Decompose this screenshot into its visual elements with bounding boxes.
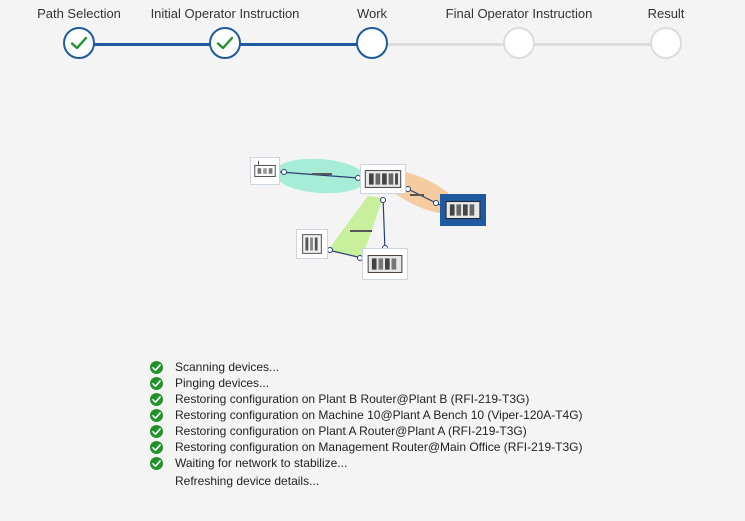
log-item-text: Pinging devices...: [175, 376, 270, 390]
check-circle-icon: [150, 425, 163, 438]
step-label-final-operator-instruction: Final Operator Instruction: [445, 6, 593, 21]
network-topology-diagram[interactable]: [240, 150, 500, 290]
port-dot: [327, 247, 333, 253]
check-circle-icon: [150, 441, 163, 454]
device-left-router[interactable]: [250, 157, 280, 185]
port-dot: [380, 197, 386, 203]
checkmark-icon: [216, 36, 234, 50]
step-circle-path-selection: [63, 27, 95, 59]
step-circle-result: [650, 27, 682, 59]
checkmark-icon: [70, 36, 88, 50]
link-area-teal: [274, 158, 366, 194]
link-line: [382, 197, 386, 251]
device-left-machine[interactable]: [296, 229, 328, 259]
check-circle-icon: [150, 361, 163, 374]
router-device-icon: [254, 160, 276, 178]
step-circle-final-operator-instruction: [503, 27, 535, 59]
port-dot: [433, 200, 439, 206]
log-item-text: Restoring configuration on Plant A Route…: [175, 424, 527, 438]
check-circle-icon: [150, 393, 163, 406]
router-device-icon: [445, 201, 481, 219]
log-item-text: Restoring configuration on Machine 10@Pl…: [175, 408, 583, 422]
log-item-text: Refreshing device details...: [175, 474, 320, 488]
log-item-text: Restoring configuration on Management Ro…: [175, 440, 583, 454]
step-label-work: Work: [356, 6, 388, 21]
device-center-router[interactable]: [360, 164, 406, 194]
progress-stepper: Path Selection Initial Operator Instruct…: [0, 0, 745, 70]
port-dot: [405, 186, 411, 192]
port-dot: [281, 169, 287, 175]
router-device-icon: [364, 170, 402, 188]
log-item-text: Restoring configuration on Plant B Route…: [175, 392, 530, 406]
step-label-initial-operator-instruction: Initial Operator Instruction: [150, 6, 300, 21]
router-device-icon: [367, 255, 403, 273]
check-circle-icon: [150, 409, 163, 422]
device-right-router-selected[interactable]: [440, 194, 486, 226]
check-circle-icon: [150, 377, 163, 390]
machine-device-icon: [302, 234, 322, 254]
log-item-text: Waiting for network to stabilize...: [175, 456, 348, 470]
check-circle-icon: [150, 457, 163, 470]
log-item-text: Scanning devices...: [175, 360, 280, 374]
device-bottom-router[interactable]: [362, 248, 408, 280]
step-circle-initial-operator-instruction: [209, 27, 241, 59]
step-label-result: Result: [647, 6, 685, 21]
step-circle-work: [356, 27, 388, 59]
step-label-path-selection: Path Selection: [37, 6, 121, 21]
